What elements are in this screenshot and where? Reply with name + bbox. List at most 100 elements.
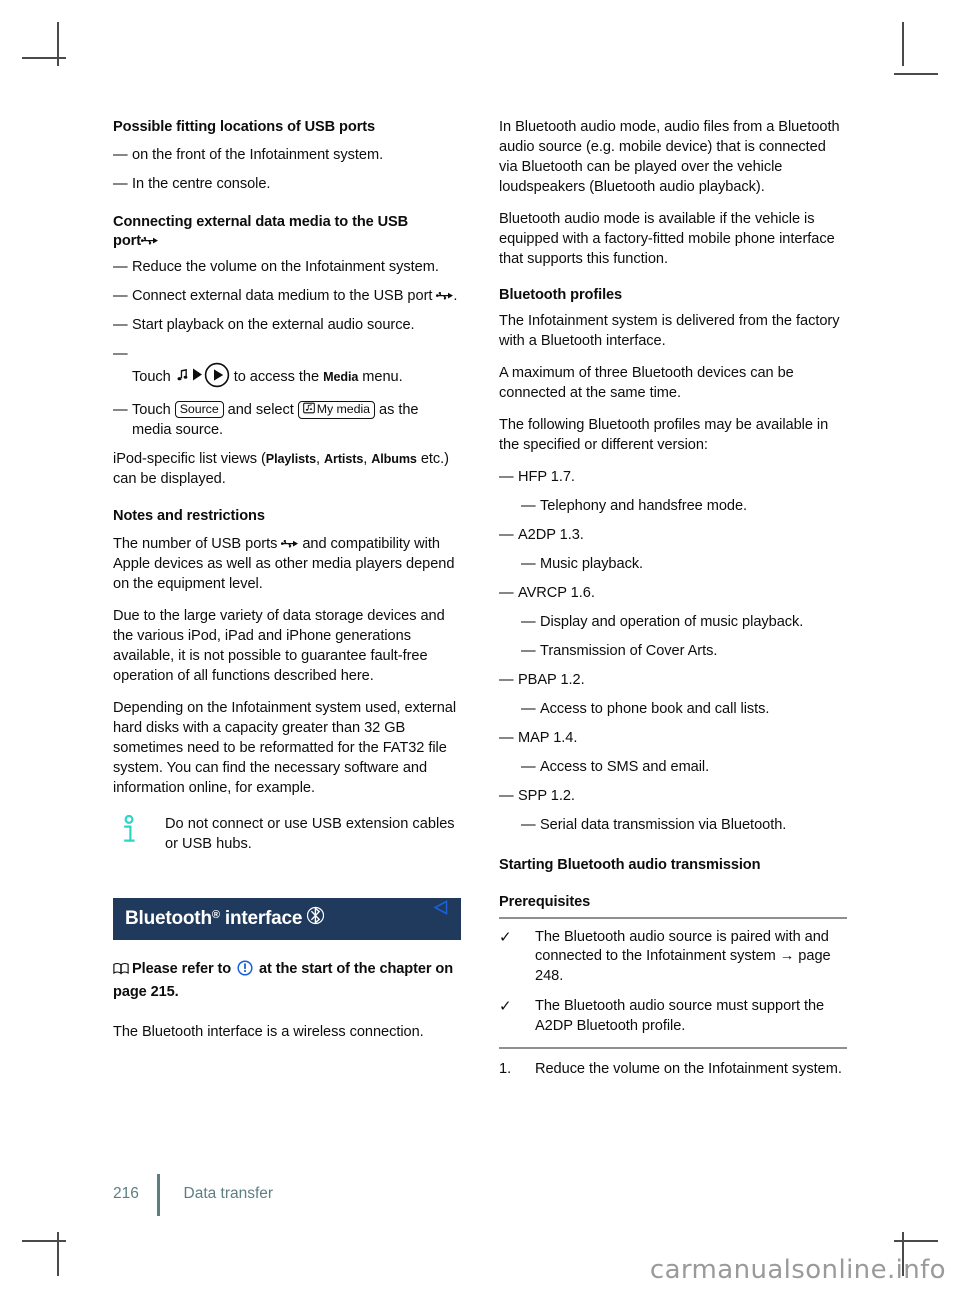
list-item: — Transmission of Cover Arts. xyxy=(499,642,847,662)
list-item: — Touch to access the Media menu. xyxy=(113,345,461,390)
dash-bullet: — xyxy=(499,526,514,543)
banner-title: Bluetooth xyxy=(125,908,212,930)
list-item: — Serial data transmission via Bluetooth… xyxy=(499,816,847,836)
ui-button-my-media[interactable]: My media xyxy=(297,400,376,420)
profile-detail: Music playback. xyxy=(540,555,644,572)
dash-bullet: — xyxy=(521,816,536,833)
profile-name: AVRCP 1.6. xyxy=(518,584,595,601)
para-delivered-factory: The Infotainment system is delivered fro… xyxy=(499,312,840,349)
refer-pre-text: Please refer to xyxy=(132,961,236,978)
dash-bullet: — xyxy=(521,758,536,775)
info-note-box: Do not connect or use USB extension cabl… xyxy=(113,814,461,855)
list-item: — Access to SMS and email. xyxy=(499,758,847,778)
step-number: 1. xyxy=(499,1061,512,1078)
profile-detail: Telephony and handsfree mode. xyxy=(540,497,748,514)
list-item: — Start playback on the external audio s… xyxy=(113,316,461,336)
usb-icon xyxy=(281,538,299,549)
list-item: — Touch Source and select My media as th… xyxy=(113,400,461,441)
dash-bullet: — xyxy=(521,642,536,659)
prerequisite-item: ✓ The Bluetooth audio source is paired w… xyxy=(499,928,847,988)
left-triangle-marker xyxy=(433,900,448,918)
profile-detail: Access to SMS and email. xyxy=(540,758,710,775)
para-following-profiles: The following Bluetooth profiles may be … xyxy=(499,416,829,453)
list-item-text: Start playback on the external audio sou… xyxy=(132,316,415,333)
ipod-note-pre: iPod-specific list views ( xyxy=(113,450,266,467)
prerequisite-text: The Bluetooth audio source is paired wit… xyxy=(535,928,831,985)
list-item: — Reduce the volume on the Infotainment … xyxy=(113,258,461,278)
heading-connecting-media: Connecting external data media to the US… xyxy=(113,213,461,251)
prerequisite-item: ✓ The Bluetooth audio source must suppor… xyxy=(499,997,847,1037)
step-text-pre: Touch xyxy=(132,401,175,418)
usb-icon xyxy=(140,235,158,246)
list-item: — AVRCP 1.6. xyxy=(499,584,847,604)
list-item: — Telephony and handsfree mode. xyxy=(499,497,847,517)
dash-bullet: — xyxy=(521,497,536,514)
profile-name: HFP 1.7. xyxy=(518,468,575,485)
ui-label-media: Media xyxy=(323,369,359,384)
step-text-pre: Touch xyxy=(132,368,175,385)
footer-section-title: Data transfer xyxy=(183,1185,274,1202)
list-item: — A2DP 1.3. xyxy=(499,526,847,546)
list-item: — SPP 1.2. xyxy=(499,787,847,807)
step-text: Reduce the volume on the Infotainment sy… xyxy=(535,1061,842,1078)
dash-bullet: — xyxy=(499,729,514,746)
prerequisites-rule-top xyxy=(499,916,847,919)
page-number: 216 xyxy=(113,1185,139,1202)
step-text-pre: Connect external data medium to the USB … xyxy=(132,287,437,304)
ui-button-source[interactable]: Source xyxy=(174,400,224,419)
info-i-icon xyxy=(121,814,165,855)
profile-detail: Serial data transmission via Bluetooth. xyxy=(540,816,787,833)
usb-icon xyxy=(436,290,454,301)
heading-bluetooth-profiles: Bluetooth profiles xyxy=(499,286,623,303)
list-item: — Music playback. xyxy=(499,555,847,575)
refer-note: Please refer to at the start of the chap… xyxy=(113,960,461,1003)
list-item: — MAP 1.4. xyxy=(499,729,847,749)
profile-name: MAP 1.4. xyxy=(518,729,578,746)
left-column: Possible fitting locations of USB ports … xyxy=(113,118,461,1090)
para-usb-ports-count: The number of USB ports and compatibilit… xyxy=(113,535,461,595)
heading-fitting-locations: Possible fitting locations of USB ports xyxy=(113,119,376,135)
profile-name: PBAP 1.2. xyxy=(518,671,585,688)
profile-name: SPP 1.2. xyxy=(518,787,575,804)
dash-bullet: — xyxy=(499,671,514,688)
para-maximum-devices: A maximum of three Bluetooth devices can… xyxy=(499,364,794,401)
list-item: — Access to phone book and call lists. xyxy=(499,700,847,720)
heading-prerequisites: Prerequisites xyxy=(499,893,591,910)
profile-name: A2DP 1.3. xyxy=(518,526,584,543)
list-item-text: Touch to access the Media menu. xyxy=(113,362,461,390)
ui-button-source-label: Source xyxy=(179,401,219,416)
ui-label-artists: Artists xyxy=(324,451,364,466)
play-circle-icon xyxy=(204,362,230,388)
ui-button-my-media-label: My media xyxy=(316,401,371,416)
dash-bullet: — xyxy=(113,287,128,304)
book-icon xyxy=(113,962,129,982)
heading-starting-transmission: Starting Bluetooth audio transmission xyxy=(499,856,761,873)
dash-bullet: — xyxy=(521,700,536,717)
dash-bullet: — xyxy=(113,146,128,163)
heading-line-2: port xyxy=(113,232,141,249)
page-footer: 216 Data transfer xyxy=(113,1173,274,1216)
my-media-icon xyxy=(302,402,315,417)
ui-label-albums: Albums xyxy=(371,451,417,466)
dash-bullet: — xyxy=(113,258,128,275)
step-text-post: . xyxy=(453,287,458,304)
dash-bullet: — xyxy=(113,316,128,333)
list-item: — on the front of the Infotainment syste… xyxy=(113,146,461,166)
para-usb-pre: The number of USB ports xyxy=(113,535,282,552)
list-item: — HFP 1.7. xyxy=(499,468,847,488)
para-data-storage-variety: Due to the large variety of data storage… xyxy=(113,607,445,684)
check-icon: ✓ xyxy=(499,928,512,946)
dash-bullet: — xyxy=(521,613,536,630)
heading-notes-restrictions: Notes and restrictions xyxy=(113,507,265,524)
list-item: — Display and operation of music playbac… xyxy=(499,613,847,633)
watermark: carmanualsonline.info xyxy=(649,1255,946,1285)
heading-line-1: Connecting external data media to the US… xyxy=(113,213,409,230)
list-item: — PBAP 1.2. xyxy=(499,671,847,691)
check-icon: ✓ xyxy=(499,998,512,1016)
dash-bullet: — xyxy=(499,584,514,601)
play-arrow-icon xyxy=(192,368,203,385)
step-text-post: menu. xyxy=(358,368,403,385)
para-ipod-list-views: iPod-specific list views (Playlists, Art… xyxy=(113,450,449,487)
music-note-icon xyxy=(175,368,190,390)
